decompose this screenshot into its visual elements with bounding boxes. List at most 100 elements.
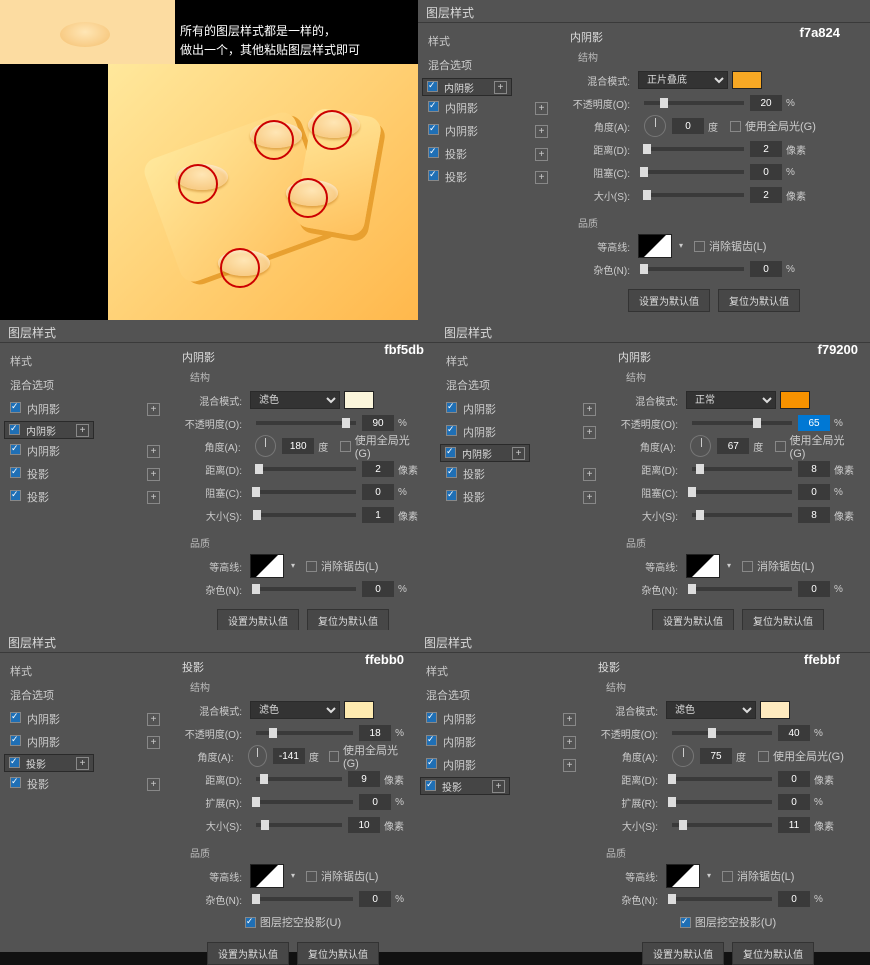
blend-mode-select[interactable]: 正片叠底 <box>638 71 728 89</box>
distance-input[interactable] <box>750 141 782 157</box>
contour-picker[interactable] <box>250 864 284 888</box>
antialias-checkbox[interactable] <box>306 561 317 572</box>
set-default-button[interactable]: 设置为默认值 <box>652 609 734 632</box>
fx-inner-shadow[interactable]: 内阴影+ <box>4 731 166 753</box>
reset-default-button[interactable]: 复位为默认值 <box>297 942 379 965</box>
noise-input[interactable] <box>778 891 810 907</box>
global-light-checkbox[interactable] <box>730 121 741 132</box>
style-header[interactable]: 样式 <box>440 349 602 373</box>
distance-input[interactable] <box>778 771 810 787</box>
fx-inner-shadow[interactable]: 内阴影+ <box>4 398 166 420</box>
fx-inner-shadow[interactable]: 内阴影+ <box>422 97 554 119</box>
color-swatch[interactable] <box>760 701 790 719</box>
size-input[interactable] <box>778 817 810 833</box>
antialias-checkbox[interactable] <box>694 241 705 252</box>
blend-mode-select[interactable]: 正常 <box>686 391 776 409</box>
noise-input[interactable] <box>362 581 394 597</box>
style-header[interactable]: 样式 <box>4 349 166 373</box>
fx-inner-shadow[interactable]: 内阴影+ <box>4 708 166 730</box>
fx-drop-shadow[interactable]: 投影+ <box>422 166 554 188</box>
color-swatch[interactable] <box>344 701 374 719</box>
blend-mode-select[interactable]: 滤色 <box>250 701 340 719</box>
opacity-input[interactable] <box>778 725 810 741</box>
reset-default-button[interactable]: 复位为默认值 <box>732 942 814 965</box>
knockout-checkbox[interactable] <box>245 917 256 928</box>
size-input[interactable] <box>750 187 782 203</box>
fx-inner-shadow[interactable]: 内阴影+ <box>420 754 582 776</box>
fx-inner-shadow[interactable]: 内阴影+ <box>440 421 602 443</box>
opacity-input[interactable] <box>750 95 782 111</box>
distance-input[interactable] <box>798 461 830 477</box>
global-light-checkbox[interactable] <box>329 751 339 762</box>
fx-drop-shadow[interactable]: 投影+ <box>422 143 554 165</box>
set-default-button[interactable]: 设置为默认值 <box>217 609 299 632</box>
opacity-input[interactable] <box>359 725 391 741</box>
antialias-checkbox[interactable] <box>306 871 317 882</box>
set-default-button[interactable]: 设置为默认值 <box>642 942 724 965</box>
fx-inner-shadow[interactable]: 内阴影+ <box>422 78 512 96</box>
fx-inner-shadow[interactable]: 内阴影+ <box>420 731 582 753</box>
spread-input[interactable] <box>778 794 810 810</box>
global-light-checkbox[interactable] <box>340 441 351 452</box>
noise-input[interactable] <box>798 581 830 597</box>
contour-picker[interactable] <box>686 554 720 578</box>
fx-drop-shadow[interactable]: 投影+ <box>4 486 166 508</box>
fx-inner-shadow[interactable]: 内阴影+ <box>4 440 166 462</box>
distance-input[interactable] <box>362 461 394 477</box>
angle-input[interactable] <box>273 748 305 764</box>
contour-picker[interactable] <box>250 554 284 578</box>
angle-dial[interactable] <box>690 435 711 457</box>
fx-inner-shadow[interactable]: 内阴影+ <box>420 708 582 730</box>
color-swatch[interactable] <box>344 391 374 409</box>
global-light-checkbox[interactable] <box>758 751 769 762</box>
reset-default-button[interactable]: 复位为默认值 <box>307 609 389 632</box>
global-light-checkbox[interactable] <box>775 441 786 452</box>
fx-inner-shadow[interactable]: 内阴影+ <box>4 421 94 439</box>
angle-dial[interactable] <box>255 435 277 457</box>
size-input[interactable] <box>362 507 394 523</box>
contour-picker[interactable] <box>666 864 700 888</box>
knockout-checkbox[interactable] <box>680 917 691 928</box>
blend-options[interactable]: 混合选项 <box>4 373 166 397</box>
angle-input[interactable] <box>700 748 732 764</box>
choke-input[interactable] <box>362 484 394 500</box>
color-swatch[interactable] <box>780 391 810 409</box>
opacity-input[interactable] <box>362 415 394 431</box>
size-input[interactable] <box>348 817 380 833</box>
angle-input[interactable] <box>672 118 704 134</box>
spread-input[interactable] <box>359 794 391 810</box>
fx-inner-shadow[interactable]: 内阴影+ <box>440 444 530 462</box>
blend-options[interactable]: 混合选项 <box>4 683 166 707</box>
contour-picker[interactable] <box>638 234 672 258</box>
antialias-checkbox[interactable] <box>722 871 733 882</box>
fx-drop-shadow[interactable]: 投影+ <box>4 773 166 795</box>
fx-drop-shadow[interactable]: 投影+ <box>4 754 94 772</box>
fx-drop-shadow[interactable]: 投影+ <box>440 463 602 485</box>
angle-input[interactable] <box>282 438 314 454</box>
antialias-checkbox[interactable] <box>742 561 753 572</box>
distance-input[interactable] <box>348 771 380 787</box>
noise-input[interactable] <box>750 261 782 277</box>
angle-dial[interactable] <box>672 745 694 767</box>
fx-inner-shadow[interactable]: 内阴影+ <box>422 120 554 142</box>
fx-inner-shadow[interactable]: 内阴影+ <box>440 398 602 420</box>
opacity-input[interactable] <box>798 415 830 431</box>
angle-input[interactable] <box>717 438 749 454</box>
size-input[interactable] <box>798 507 830 523</box>
blend-options[interactable]: 混合选项 <box>420 683 582 707</box>
color-swatch[interactable] <box>732 71 762 89</box>
fx-drop-shadow[interactable]: 投影+ <box>4 463 166 485</box>
reset-default-button[interactable]: 复位为默认值 <box>742 609 824 632</box>
set-default-button[interactable]: 设置为默认值 <box>628 289 710 312</box>
blend-options[interactable]: 混合选项 <box>440 373 602 397</box>
reset-default-button[interactable]: 复位为默认值 <box>718 289 800 312</box>
angle-dial[interactable] <box>248 745 267 767</box>
noise-input[interactable] <box>359 891 391 907</box>
style-header[interactable]: 样式 <box>422 29 554 53</box>
set-default-button[interactable]: 设置为默认值 <box>207 942 289 965</box>
angle-dial[interactable] <box>644 115 666 137</box>
fx-drop-shadow[interactable]: 投影+ <box>440 486 602 508</box>
style-header[interactable]: 样式 <box>4 659 166 683</box>
fx-drop-shadow[interactable]: 投影+ <box>420 777 510 795</box>
choke-input[interactable] <box>798 484 830 500</box>
